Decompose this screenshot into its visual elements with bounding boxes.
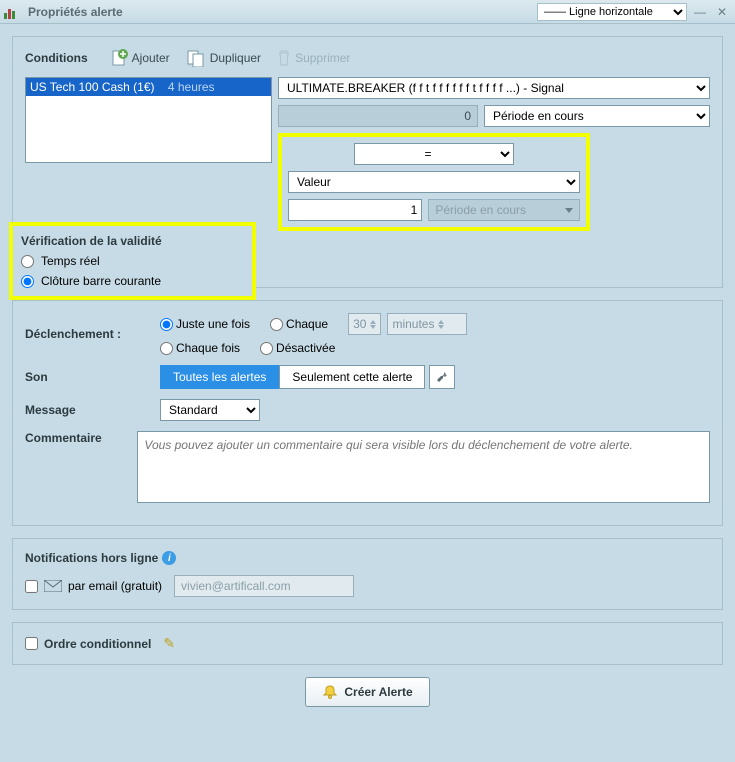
validity-heading: Vérification de la validité: [21, 234, 244, 248]
instrument-item[interactable]: US Tech 100 Cash (1€) 4 heures: [26, 78, 271, 96]
sound-settings-button[interactable]: [429, 365, 455, 389]
trigger-once-radio[interactable]: [160, 318, 173, 331]
sound-only-button[interactable]: Seulement cette alerte: [279, 365, 425, 389]
sound-all-button[interactable]: Toutes les alertes: [160, 365, 279, 389]
email-label: par email (gratuit): [68, 579, 162, 593]
add-button[interactable]: Ajouter: [110, 49, 170, 67]
compare-select[interactable]: Valeur: [288, 171, 580, 193]
highlight-validity-section: Vérification de la validité Temps réel C…: [9, 222, 256, 300]
indicator-select[interactable]: ULTIMATE.BREAKER (f f t f f f f f f t f …: [278, 77, 710, 99]
conditional-checkbox[interactable]: [25, 637, 38, 650]
conditions-panel: Conditions Ajouter Dupliquer Supprimer U…: [12, 36, 723, 288]
value2-input[interactable]: [288, 199, 422, 221]
message-select[interactable]: Standard: [160, 399, 260, 421]
settings-panel: Déclenchement : Juste une fois Chaque 30…: [12, 300, 723, 526]
minimize-button[interactable]: —: [691, 3, 709, 21]
info-icon[interactable]: i: [162, 551, 176, 565]
create-alert-button[interactable]: Créer Alerte: [305, 677, 429, 707]
realtime-radio[interactable]: [21, 255, 34, 268]
notifications-heading: Notifications hors ligne: [25, 551, 158, 565]
bell-icon: [322, 684, 338, 700]
email-field: [174, 575, 354, 597]
message-label: Message: [25, 403, 160, 417]
realtime-label: Temps réel: [41, 254, 100, 268]
offset1-field: 0: [278, 105, 478, 127]
notifications-panel: Notifications hors ligne i par email (gr…: [12, 538, 723, 610]
comment-label: Commentaire: [25, 431, 137, 445]
sound-label: Son: [25, 370, 160, 384]
add-page-icon: [110, 49, 128, 67]
window-title: Propriétés alerte: [28, 5, 537, 19]
trigger-each-value: 30: [348, 313, 381, 335]
duplicate-button[interactable]: Dupliquer: [186, 49, 261, 67]
wrench-icon: [435, 370, 449, 384]
duplicate-icon: [186, 49, 206, 67]
delete-button: Supprimer: [277, 50, 350, 66]
app-logo-icon: [4, 5, 22, 19]
titlebar: Propriétés alerte —— Ligne horizontale —…: [0, 0, 735, 24]
conditions-toolbar: Conditions Ajouter Dupliquer Supprimer: [25, 49, 710, 67]
trigger-everytime-radio[interactable]: [160, 342, 173, 355]
instrument-list[interactable]: US Tech 100 Cash (1€) 4 heures: [25, 77, 272, 163]
period2-select-disabled: Période en cours: [428, 199, 580, 221]
conditional-label: Ordre conditionnel: [44, 637, 151, 651]
email-icon: [44, 580, 62, 592]
trigger-disabled-radio[interactable]: [260, 342, 273, 355]
email-checkbox[interactable]: [25, 580, 38, 593]
highlight-operator-section: = Valeur Période en cours: [278, 133, 590, 231]
barclose-label: Clôture barre courante: [41, 274, 161, 288]
operator-select[interactable]: =: [354, 143, 514, 165]
conditions-heading: Conditions: [25, 51, 88, 65]
trigger-each-unit: minutes: [387, 313, 467, 335]
line-type-select[interactable]: —— Ligne horizontale: [537, 3, 687, 21]
barclose-radio[interactable]: [21, 275, 34, 288]
conditional-panel: Ordre conditionnel ✎: [12, 622, 723, 665]
trash-icon: [277, 50, 291, 66]
edit-pencil-icon[interactable]: ✎: [163, 635, 175, 652]
close-button[interactable]: ✕: [713, 3, 731, 21]
comment-textarea[interactable]: [137, 431, 710, 503]
trigger-each-radio[interactable]: [270, 318, 283, 331]
period1-select[interactable]: Période en cours: [484, 105, 710, 127]
trigger-label: Déclenchement :: [25, 327, 160, 341]
